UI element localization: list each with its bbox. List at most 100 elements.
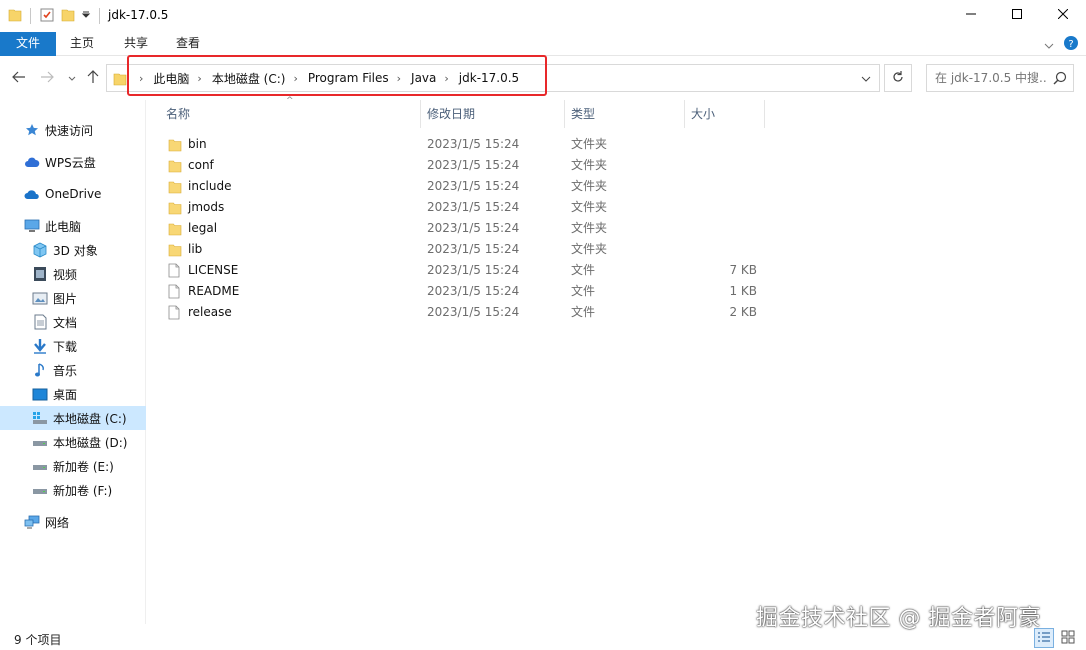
- search-box[interactable]: [926, 64, 1074, 92]
- search-icon[interactable]: [1053, 71, 1067, 88]
- address-bar[interactable]: › 此电脑 › 本地磁盘 (C:) › Program Files › Java…: [106, 64, 880, 92]
- sidebar-item-volume-f[interactable]: 新加卷 (F:): [0, 478, 146, 502]
- separator: [99, 8, 100, 24]
- close-button[interactable]: [1040, 0, 1086, 30]
- sidebar-item-desktop[interactable]: 桌面: [0, 382, 146, 406]
- file-name: README: [188, 284, 240, 298]
- sidebar-item-label: 快速访问: [45, 123, 94, 138]
- sidebar-item-documents[interactable]: 文档: [0, 310, 146, 334]
- chevron-right-icon[interactable]: ›: [444, 72, 448, 85]
- file-type: 文件: [571, 305, 596, 319]
- column-type[interactable]: 类型: [565, 100, 684, 128]
- column-date-modified[interactable]: 修改日期: [421, 100, 565, 128]
- sidebar-item-label: 音乐: [53, 363, 78, 378]
- crumb-jdk[interactable]: jdk-17.0.5: [459, 71, 519, 85]
- large-icons-view-icon: [1061, 630, 1075, 647]
- minimize-icon: [966, 8, 976, 22]
- separator: [30, 8, 31, 24]
- file-name: conf: [188, 158, 214, 172]
- sidebar-item-this-pc[interactable]: 此电脑: [0, 214, 146, 238]
- tab-share[interactable]: 共享: [118, 32, 154, 56]
- folder-icon: [168, 137, 184, 153]
- file-row[interactable]: release 2023/1/5 15:24 文件 2 KB: [160, 302, 770, 323]
- sidebar-item-label: 本地磁盘 (C:): [53, 411, 127, 426]
- maximize-button[interactable]: [994, 0, 1040, 30]
- file-row[interactable]: lib 2023/1/5 15:24 文件夹: [160, 239, 770, 260]
- sidebar-item-label: 此电脑: [45, 219, 82, 234]
- column-size[interactable]: 大小: [685, 100, 764, 128]
- folder-icon: [168, 158, 184, 174]
- column-name[interactable]: 名称: [160, 100, 420, 128]
- sidebar-item-music[interactable]: 音乐: [0, 358, 146, 382]
- customize-qat-icon[interactable]: [81, 9, 91, 23]
- file-row[interactable]: conf 2023/1/5 15:24 文件夹: [160, 155, 770, 176]
- drive-icon: [32, 482, 48, 498]
- file-date: 2023/1/5 15:24: [427, 305, 520, 319]
- crumb-local-disk-c[interactable]: 本地磁盘 (C:): [212, 70, 286, 87]
- address-history-button[interactable]: [857, 69, 875, 87]
- crumb-java[interactable]: Java: [411, 71, 436, 85]
- file-row[interactable]: legal 2023/1/5 15:24 文件夹: [160, 218, 770, 239]
- sidebar-item-network[interactable]: 网络: [0, 510, 146, 534]
- crumb-this-pc[interactable]: 此电脑: [153, 70, 189, 87]
- tab-home[interactable]: 主页: [64, 32, 100, 56]
- file-type: 文件夹: [571, 242, 608, 256]
- file-row[interactable]: README 2023/1/5 15:24 文件 1 KB: [160, 281, 770, 302]
- sidebar-item-label: 新加卷 (E:): [53, 459, 114, 474]
- file-name: LICENSE: [188, 263, 239, 277]
- sidebar-item-onedrive[interactable]: OneDrive: [0, 182, 146, 206]
- file-icon: [168, 305, 184, 321]
- folder-icon: [168, 200, 184, 216]
- navigation-pane: 快速访问 WPS云盘 OneDrive 此电脑 3D 对象 视频 图片 文档 下…: [0, 100, 146, 624]
- file-row[interactable]: LICENSE 2023/1/5 15:24 文件 7 KB: [160, 260, 770, 281]
- search-input[interactable]: [927, 65, 1047, 91]
- chevron-right-icon[interactable]: ›: [139, 72, 143, 85]
- chevron-right-icon[interactable]: ›: [197, 72, 201, 85]
- sidebar-item-volume-e[interactable]: 新加卷 (E:): [0, 454, 146, 478]
- minimize-button[interactable]: [948, 0, 994, 30]
- sidebar-item-pictures[interactable]: 图片: [0, 286, 146, 310]
- details-view-icon: [1037, 631, 1051, 646]
- sidebar-item-local-disk-c[interactable]: 本地磁盘 (C:): [0, 406, 146, 430]
- folder-icon: [113, 71, 127, 90]
- expand-ribbon-icon[interactable]: [1044, 38, 1054, 52]
- drive-icon: [32, 434, 48, 450]
- forward-button[interactable]: [37, 68, 57, 88]
- sidebar-item-videos[interactable]: 视频: [0, 262, 146, 286]
- properties-icon[interactable]: [39, 7, 55, 26]
- sidebar-item-quick-access[interactable]: 快速访问: [0, 118, 146, 142]
- tab-view[interactable]: 查看: [170, 32, 206, 56]
- sidebar-item-label: 网络: [45, 515, 70, 530]
- file-type: 文件夹: [571, 221, 608, 235]
- file-date: 2023/1/5 15:24: [427, 137, 520, 151]
- refresh-button[interactable]: [884, 64, 912, 92]
- up-button[interactable]: [83, 68, 103, 88]
- new-folder-icon[interactable]: [61, 7, 75, 26]
- chevron-right-icon[interactable]: ›: [293, 72, 297, 85]
- chevron-right-icon[interactable]: ›: [397, 72, 401, 85]
- file-type: 文件夹: [571, 179, 608, 193]
- desktop-icon: [32, 386, 48, 402]
- file-name-cell: legal: [168, 218, 217, 239]
- sidebar-item-3d-objects[interactable]: 3D 对象: [0, 238, 146, 262]
- sidebar-item-label: 桌面: [53, 387, 78, 402]
- file-name: legal: [188, 221, 218, 235]
- file-row[interactable]: include 2023/1/5 15:24 文件夹: [160, 176, 770, 197]
- crumb-program-files[interactable]: Program Files: [308, 71, 389, 85]
- sidebar-item-label: OneDrive: [45, 187, 102, 201]
- star-icon: [24, 122, 40, 138]
- file-size: [690, 134, 757, 155]
- drive-icon: [32, 458, 48, 474]
- column-divider[interactable]: [764, 100, 765, 128]
- window-title: jdk-17.0.5: [108, 8, 169, 22]
- sidebar-item-local-disk-d[interactable]: 本地磁盘 (D:): [0, 430, 146, 454]
- recent-locations-button[interactable]: [62, 68, 82, 88]
- sidebar-item-downloads[interactable]: 下载: [0, 334, 146, 358]
- sidebar-item-wps-cloud[interactable]: WPS云盘: [0, 150, 146, 174]
- tab-file[interactable]: 文件: [0, 32, 56, 56]
- help-icon[interactable]: ?: [1064, 36, 1078, 53]
- file-row[interactable]: jmods 2023/1/5 15:24 文件夹: [160, 197, 770, 218]
- file-row[interactable]: bin 2023/1/5 15:24 文件夹: [160, 134, 770, 155]
- large-icons-view-button[interactable]: [1058, 628, 1078, 648]
- back-button[interactable]: [9, 68, 29, 88]
